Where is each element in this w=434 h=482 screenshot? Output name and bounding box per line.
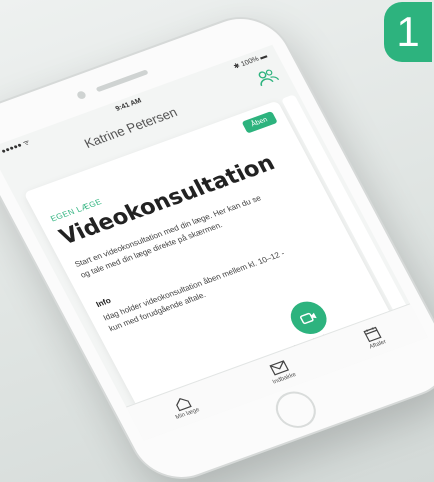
- info-heading: Info: [94, 296, 113, 310]
- tab-min-laege[interactable]: Min læge: [167, 392, 201, 420]
- start-consultation-button[interactable]: [284, 296, 333, 339]
- video-camera-icon: [299, 312, 317, 325]
- tab-aftaler[interactable]: Aftaler: [361, 324, 387, 350]
- people-icon[interactable]: [254, 66, 280, 87]
- tab-indbakke[interactable]: Indbakke: [264, 357, 297, 385]
- status-badge: Åben: [241, 111, 278, 134]
- step-number-badge: 1: [384, 2, 432, 62]
